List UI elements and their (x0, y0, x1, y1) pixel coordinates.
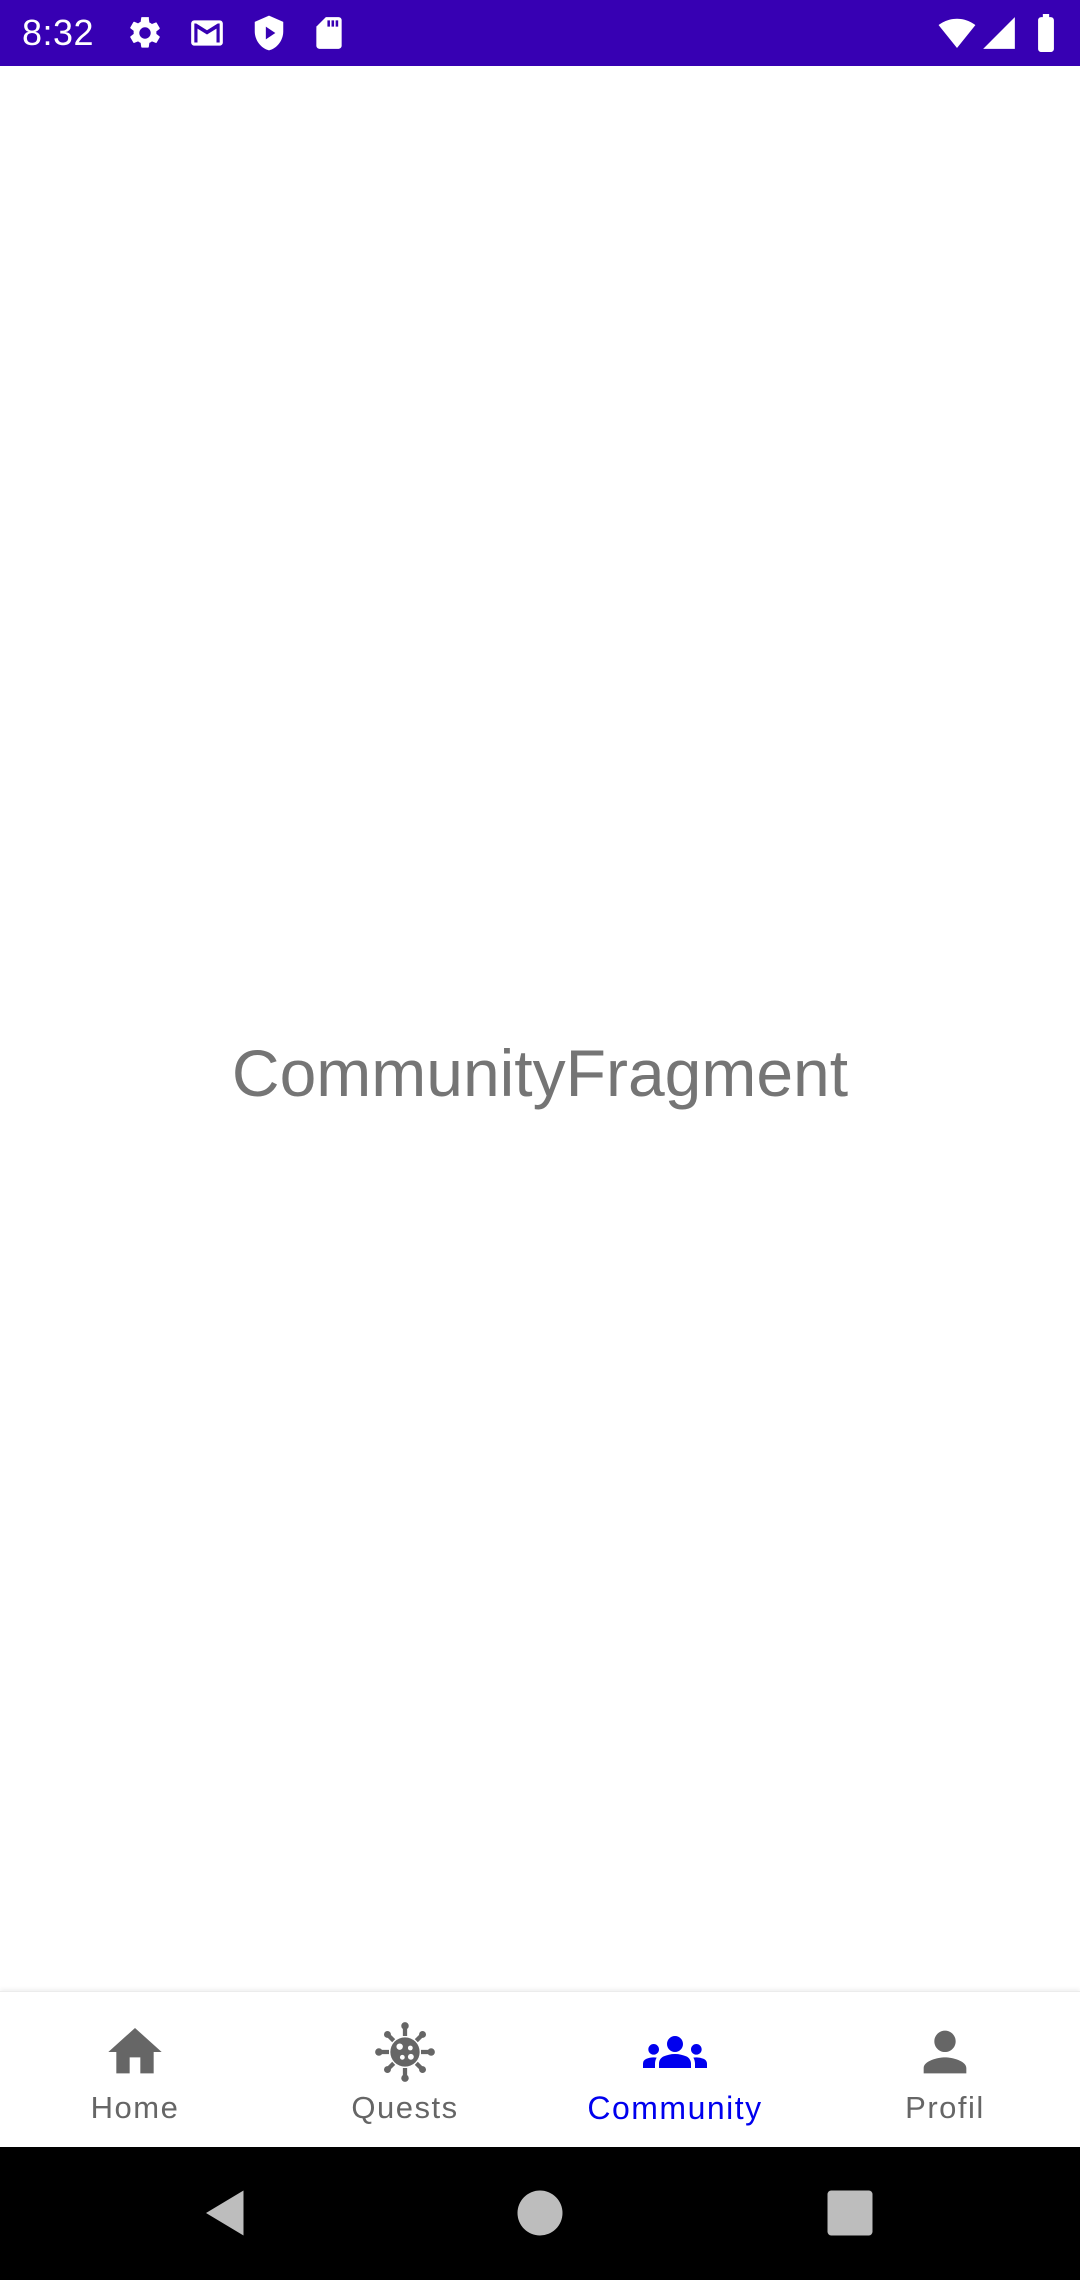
nav-label-community: Community (587, 2090, 763, 2126)
recents-button[interactable] (820, 2183, 880, 2243)
home-circle-icon (517, 2190, 563, 2236)
group-icon (643, 2020, 707, 2084)
virus-icon (373, 2020, 437, 2084)
recents-square-icon (827, 2190, 873, 2236)
nav-label-profil: Profil (905, 2090, 985, 2125)
person-icon (913, 2020, 977, 2084)
home-icon (103, 2020, 167, 2084)
nav-item-quests[interactable]: Quests (270, 1992, 540, 2148)
status-time: 8:32 (22, 12, 95, 53)
nav-item-home[interactable]: Home (0, 1992, 270, 2148)
fragment-container: CommunityFragment (0, 66, 1080, 1991)
home-button[interactable] (510, 2183, 570, 2243)
back-triangle-icon (206, 2190, 244, 2236)
fragment-title: CommunityFragment (231, 1036, 849, 1110)
nav-item-profil[interactable]: Profil (810, 1992, 1080, 2148)
nav-label-quests: Quests (351, 2090, 459, 2125)
shield-play-icon (250, 14, 288, 52)
bottom-navigation: Home Quests Community Profil (0, 1991, 1080, 2148)
gmail-icon (188, 14, 226, 52)
cell-signal-icon (980, 14, 1018, 52)
nav-label-home: Home (90, 2090, 180, 2125)
system-navigation-bar (0, 2147, 1080, 2280)
nav-item-community[interactable]: Community (540, 1992, 810, 2148)
sd-card-icon (310, 14, 348, 52)
status-bar: 8:32 (0, 0, 1080, 66)
battery-icon (1030, 14, 1062, 52)
wifi-icon (936, 14, 978, 52)
settings-icon (126, 14, 164, 52)
back-button[interactable] (196, 2183, 256, 2243)
